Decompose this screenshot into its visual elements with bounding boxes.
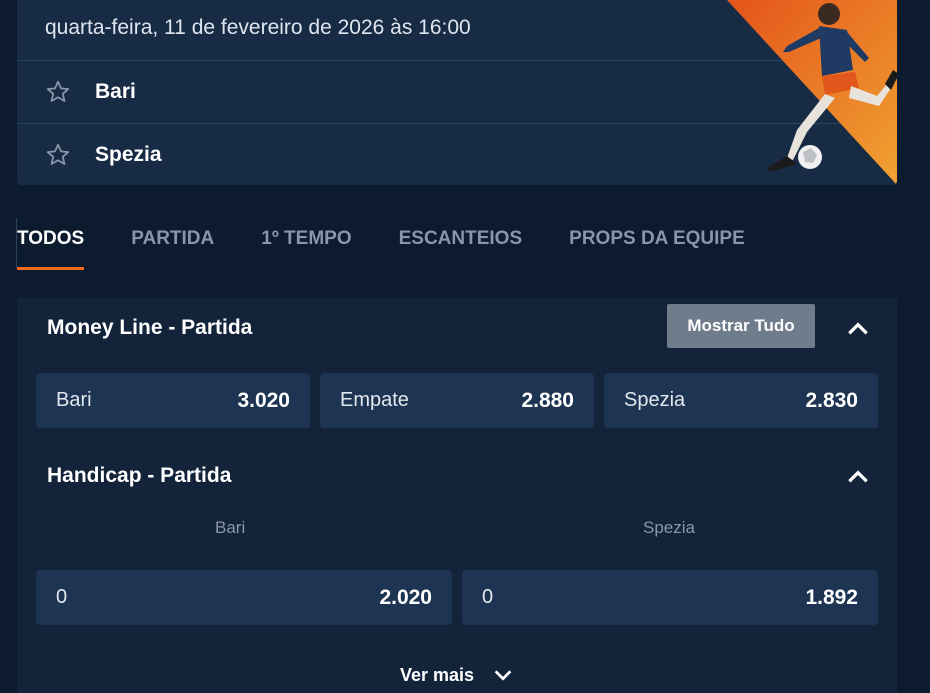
tab-escanteios[interactable]: ESCANTEIOS xyxy=(399,218,523,268)
odd-value: 2.830 xyxy=(805,388,858,412)
ver-mais-button[interactable]: Ver mais xyxy=(17,664,897,686)
ver-mais-label: Ver mais xyxy=(399,664,475,685)
handicap-line: 0 xyxy=(482,586,494,608)
handicap-line: 0 xyxy=(56,586,68,608)
money-line-odds: Bari 3.020 Empate 2.880 Spezia 2.830 xyxy=(36,373,878,428)
match-date: quarta-feira, 11 de fevereiro de 2026 às… xyxy=(45,16,471,39)
match-header-card: quarta-feira, 11 de fevereiro de 2026 às… xyxy=(17,0,897,185)
market-tabs: TODOS PARTIDA 1º TEMPO ESCANTEIOS PROPS … xyxy=(15,218,792,270)
away-team-name: Spezia xyxy=(95,143,162,166)
show-all-button[interactable]: Mostrar Tudo xyxy=(667,304,815,348)
odd-value: 2.020 xyxy=(379,585,432,609)
tab-1-tempo[interactable]: 1º TEMPO xyxy=(261,218,351,268)
odd-button-home[interactable]: Bari 3.020 xyxy=(36,373,310,428)
home-team-name: Bari xyxy=(95,80,136,103)
handicap-title: Handicap - Partida xyxy=(47,464,232,487)
soccer-player-illustration xyxy=(727,0,897,185)
chevron-up-icon[interactable] xyxy=(845,316,871,342)
tab-todos[interactable]: TODOS xyxy=(15,218,85,270)
money-line-header: Money Line - Partida Mostrar Tudo xyxy=(17,298,897,358)
handicap-market: Handicap - Partida Bari Spezia 0 2.020 0… xyxy=(17,446,897,693)
favorite-star-icon[interactable] xyxy=(45,79,71,105)
odd-button-draw[interactable]: Empate 2.880 xyxy=(320,373,594,428)
tab-props-da-equipe[interactable]: PROPS DA EQUIPE xyxy=(569,218,745,268)
money-line-title: Money Line - Partida xyxy=(47,316,253,339)
handicap-odds: 0 2.020 0 1.892 xyxy=(36,570,878,625)
odd-value: 2.880 xyxy=(521,388,574,412)
handicap-odd-away[interactable]: 0 1.892 xyxy=(462,570,878,625)
odd-value: 1.892 xyxy=(805,585,858,609)
money-line-market: Money Line - Partida Mostrar Tudo Bari 3… xyxy=(17,298,897,446)
favorite-star-icon[interactable] xyxy=(45,142,71,168)
odd-label: Spezia xyxy=(624,389,686,411)
handicap-odd-home[interactable]: 0 2.020 xyxy=(36,570,452,625)
chevron-up-icon[interactable] xyxy=(845,464,871,490)
tab-partida[interactable]: PARTIDA xyxy=(131,218,214,268)
chevron-down-icon xyxy=(494,670,512,681)
handicap-col-away: Spezia xyxy=(643,518,695,537)
odd-label: Empate xyxy=(340,389,409,411)
handicap-header: Handicap - Partida xyxy=(17,446,897,506)
odd-value: 3.020 xyxy=(237,388,290,412)
odd-label: Bari xyxy=(56,389,92,411)
odd-button-away[interactable]: Spezia 2.830 xyxy=(604,373,878,428)
handicap-col-home: Bari xyxy=(215,518,246,537)
